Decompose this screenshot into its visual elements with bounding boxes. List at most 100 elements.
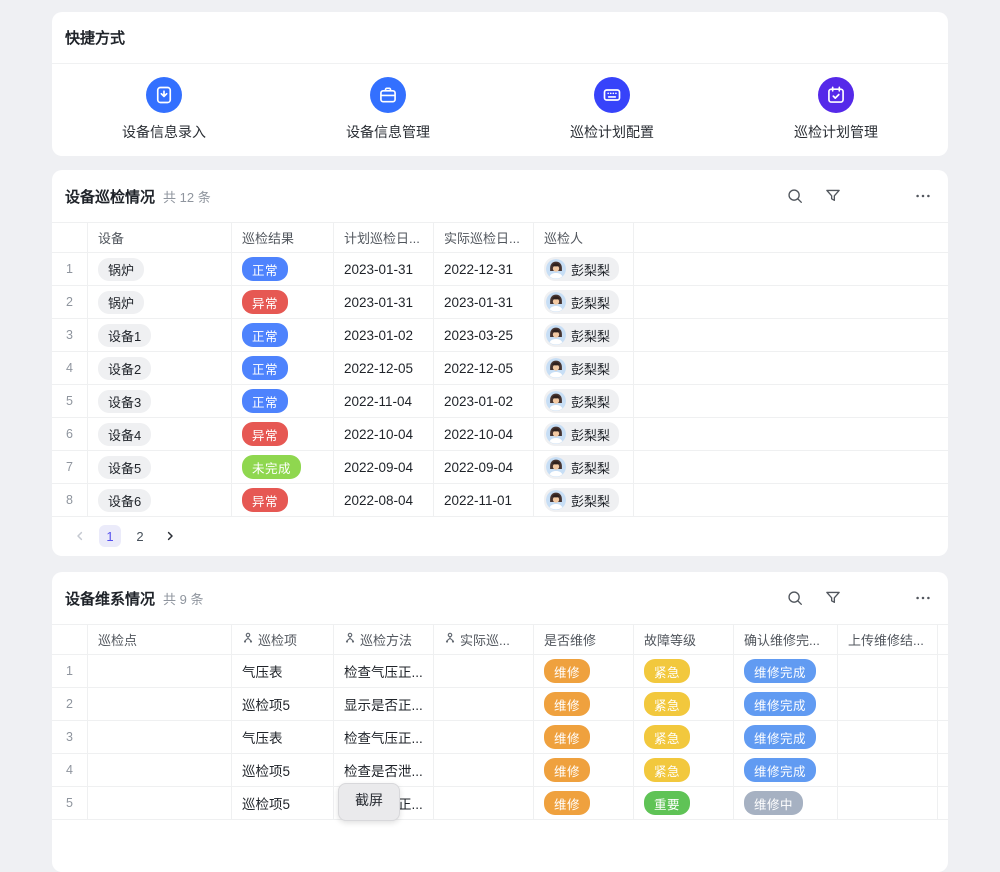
add-record-button[interactable] — [862, 180, 894, 212]
cell-inspector[interactable]: 彭梨梨 — [534, 352, 634, 385]
cell-actual-date[interactable]: 2023-01-31 — [434, 286, 534, 319]
screenshot-tooltip[interactable]: 截屏 — [338, 783, 400, 821]
more-icon[interactable] — [914, 187, 932, 205]
column-header[interactable]: 上传维修结... — [838, 625, 938, 655]
cell-point[interactable] — [88, 721, 232, 754]
cell-result[interactable]: 异常 — [232, 286, 334, 319]
next-page-button[interactable] — [159, 525, 181, 547]
cell-result[interactable]: 正常 — [232, 352, 334, 385]
cell-repair[interactable]: 维修 — [534, 787, 634, 820]
cell-planned-date[interactable]: 2023-01-31 — [334, 286, 434, 319]
cell-planned-date[interactable]: 2023-01-31 — [334, 253, 434, 286]
filter-icon[interactable] — [824, 589, 842, 607]
cell-inspector[interactable]: 彭梨梨 — [534, 484, 634, 517]
cell-result[interactable]: 未完成 — [232, 451, 334, 484]
cell-repair[interactable]: 维修 — [534, 655, 634, 688]
cell-level[interactable]: 重要 — [634, 787, 734, 820]
cell-result[interactable]: 异常 — [232, 484, 334, 517]
cell-point[interactable] — [88, 787, 232, 820]
cell-method[interactable]: 检查气压正... — [334, 721, 434, 754]
cell-actual-date[interactable]: 2022-09-04 — [434, 451, 534, 484]
cell-inspector[interactable]: 彭梨梨 — [534, 418, 634, 451]
cell-confirm[interactable]: 维修完成 — [734, 655, 838, 688]
cell-device[interactable]: 设备5 — [88, 451, 232, 484]
cell-device[interactable]: 设备3 — [88, 385, 232, 418]
column-header[interactable]: 实际巡检日... — [434, 223, 534, 253]
cell-repair[interactable]: 维修 — [534, 754, 634, 787]
column-header[interactable]: 巡检点 — [88, 625, 232, 655]
cell-item[interactable]: 巡检项5 — [232, 754, 334, 787]
cell-actual[interactable] — [434, 655, 534, 688]
cell-worker[interactable] — [938, 655, 948, 688]
cell-actual-date[interactable]: 2022-12-31 — [434, 253, 534, 286]
column-header[interactable]: 巡检结果 — [232, 223, 334, 253]
cell-device[interactable]: 锅炉 — [88, 253, 232, 286]
cell-result[interactable]: 正常 — [232, 253, 334, 286]
cell-device[interactable]: 锅炉 — [88, 286, 232, 319]
column-header[interactable]: 计划巡检日... — [334, 223, 434, 253]
cell-item[interactable]: 巡检项5 — [232, 787, 334, 820]
cell-actual-date[interactable]: 2023-01-02 — [434, 385, 534, 418]
column-header[interactable]: 维 — [938, 625, 948, 655]
cell-worker[interactable] — [938, 721, 948, 754]
cell-upload[interactable] — [838, 688, 938, 721]
cell-result[interactable]: 异常 — [232, 418, 334, 451]
cell-result[interactable]: 正常 — [232, 319, 334, 352]
cell-point[interactable] — [88, 754, 232, 787]
cell-planned-date[interactable]: 2023-01-02 — [334, 319, 434, 352]
search-icon[interactable] — [786, 187, 804, 205]
column-header[interactable]: 故障等级 — [634, 625, 734, 655]
column-header[interactable]: 巡检人 — [534, 223, 634, 253]
cell-actual-date[interactable]: 2022-10-04 — [434, 418, 534, 451]
cell-planned-date[interactable]: 2022-12-05 — [334, 352, 434, 385]
shortcut-item[interactable]: 设备信息录入 — [52, 64, 276, 155]
column-header[interactable]: 设备 — [88, 223, 232, 253]
cell-repair[interactable]: 维修 — [534, 688, 634, 721]
cell-actual-date[interactable]: 2022-11-01 — [434, 484, 534, 517]
cell-inspector[interactable]: 彭梨梨 — [534, 385, 634, 418]
cell-planned-date[interactable]: 2022-09-04 — [334, 451, 434, 484]
search-icon[interactable] — [786, 589, 804, 607]
cell-confirm[interactable]: 维修中 — [734, 787, 838, 820]
shortcut-item[interactable]: 巡检计划管理 — [724, 64, 948, 155]
column-header[interactable]: 巡检方法 — [334, 625, 434, 655]
cell-device[interactable]: 设备2 — [88, 352, 232, 385]
cell-actual-date[interactable]: 2023-03-25 — [434, 319, 534, 352]
cell-inspector[interactable]: 彭梨梨 — [534, 451, 634, 484]
page-button[interactable]: 2 — [129, 525, 151, 547]
cell-device[interactable]: 设备6 — [88, 484, 232, 517]
cell-level[interactable]: 紧急 — [634, 688, 734, 721]
cell-planned-date[interactable]: 2022-10-04 — [334, 418, 434, 451]
prev-page-button[interactable] — [69, 525, 91, 547]
cell-point[interactable] — [88, 688, 232, 721]
cell-device[interactable]: 设备4 — [88, 418, 232, 451]
cell-upload[interactable] — [838, 754, 938, 787]
cell-level[interactable]: 紧急 — [634, 754, 734, 787]
cell-point[interactable] — [88, 655, 232, 688]
cell-actual[interactable] — [434, 688, 534, 721]
column-header[interactable]: 实际巡... — [434, 625, 534, 655]
column-header[interactable]: 巡检项 — [232, 625, 334, 655]
cell-confirm[interactable]: 维修完成 — [734, 688, 838, 721]
cell-inspector[interactable]: 彭梨梨 — [534, 253, 634, 286]
cell-item[interactable]: 气压表 — [232, 721, 334, 754]
column-header[interactable]: 确认维修完... — [734, 625, 838, 655]
page-button[interactable]: 1 — [99, 525, 121, 547]
cell-worker[interactable] — [938, 787, 948, 820]
cell-item[interactable]: 巡检项5 — [232, 688, 334, 721]
cell-actual-date[interactable]: 2022-12-05 — [434, 352, 534, 385]
cell-actual[interactable] — [434, 721, 534, 754]
filter-icon[interactable] — [824, 187, 842, 205]
cell-upload[interactable] — [838, 721, 938, 754]
cell-result[interactable]: 正常 — [232, 385, 334, 418]
cell-inspector[interactable]: 彭梨梨 — [534, 286, 634, 319]
column-header[interactable]: 是否维修 — [534, 625, 634, 655]
cell-device[interactable]: 设备1 — [88, 319, 232, 352]
cell-item[interactable]: 气压表 — [232, 655, 334, 688]
cell-confirm[interactable]: 维修完成 — [734, 721, 838, 754]
cell-planned-date[interactable]: 2022-08-04 — [334, 484, 434, 517]
cell-level[interactable]: 紧急 — [634, 721, 734, 754]
cell-worker[interactable] — [938, 754, 948, 787]
cell-upload[interactable] — [838, 655, 938, 688]
cell-planned-date[interactable]: 2022-11-04 — [334, 385, 434, 418]
